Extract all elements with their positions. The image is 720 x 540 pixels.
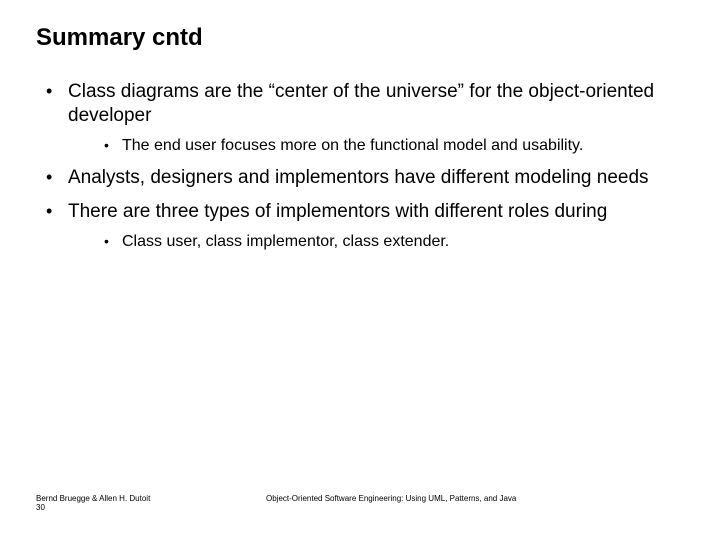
sub-bullet-text: Class user, class implementor, class ext… bbox=[122, 233, 449, 250]
sub-bullet-item: The end user focuses more on the functio… bbox=[102, 136, 684, 157]
bullet-text: There are three types of implementors wi… bbox=[68, 201, 607, 222]
sub-bullet-list: The end user focuses more on the functio… bbox=[68, 136, 684, 157]
bullet-text: Class diagrams are the “center of the un… bbox=[68, 81, 654, 126]
bullet-item: Class diagrams are the “center of the un… bbox=[42, 80, 684, 156]
footer-authors-block: Bernd Bruegge & Allen H. Dutoit 30 bbox=[36, 494, 150, 512]
bullet-text: Analysts, designers and implementors hav… bbox=[68, 167, 649, 188]
sub-bullet-list: Class user, class implementor, class ext… bbox=[68, 232, 684, 253]
bullet-item: There are three types of implementors wi… bbox=[42, 200, 684, 253]
bullet-list: Class diagrams are the “center of the un… bbox=[36, 80, 684, 253]
slide-title: Summary cntd bbox=[36, 24, 684, 52]
sub-bullet-text: The end user focuses more on the functio… bbox=[122, 137, 583, 154]
slide-footer: Bernd Bruegge & Allen H. Dutoit 30 Objec… bbox=[36, 494, 684, 512]
footer-page-number: 30 bbox=[36, 503, 150, 512]
slide-content: Class diagrams are the “center of the un… bbox=[36, 80, 684, 253]
sub-bullet-item: Class user, class implementor, class ext… bbox=[102, 232, 684, 253]
footer-book-title: Object-Oriented Software Engineering: Us… bbox=[266, 494, 516, 503]
footer-authors: Bernd Bruegge & Allen H. Dutoit bbox=[36, 494, 150, 503]
slide: Summary cntd Class diagrams are the “cen… bbox=[0, 0, 720, 540]
bullet-item: Analysts, designers and implementors hav… bbox=[42, 166, 684, 190]
